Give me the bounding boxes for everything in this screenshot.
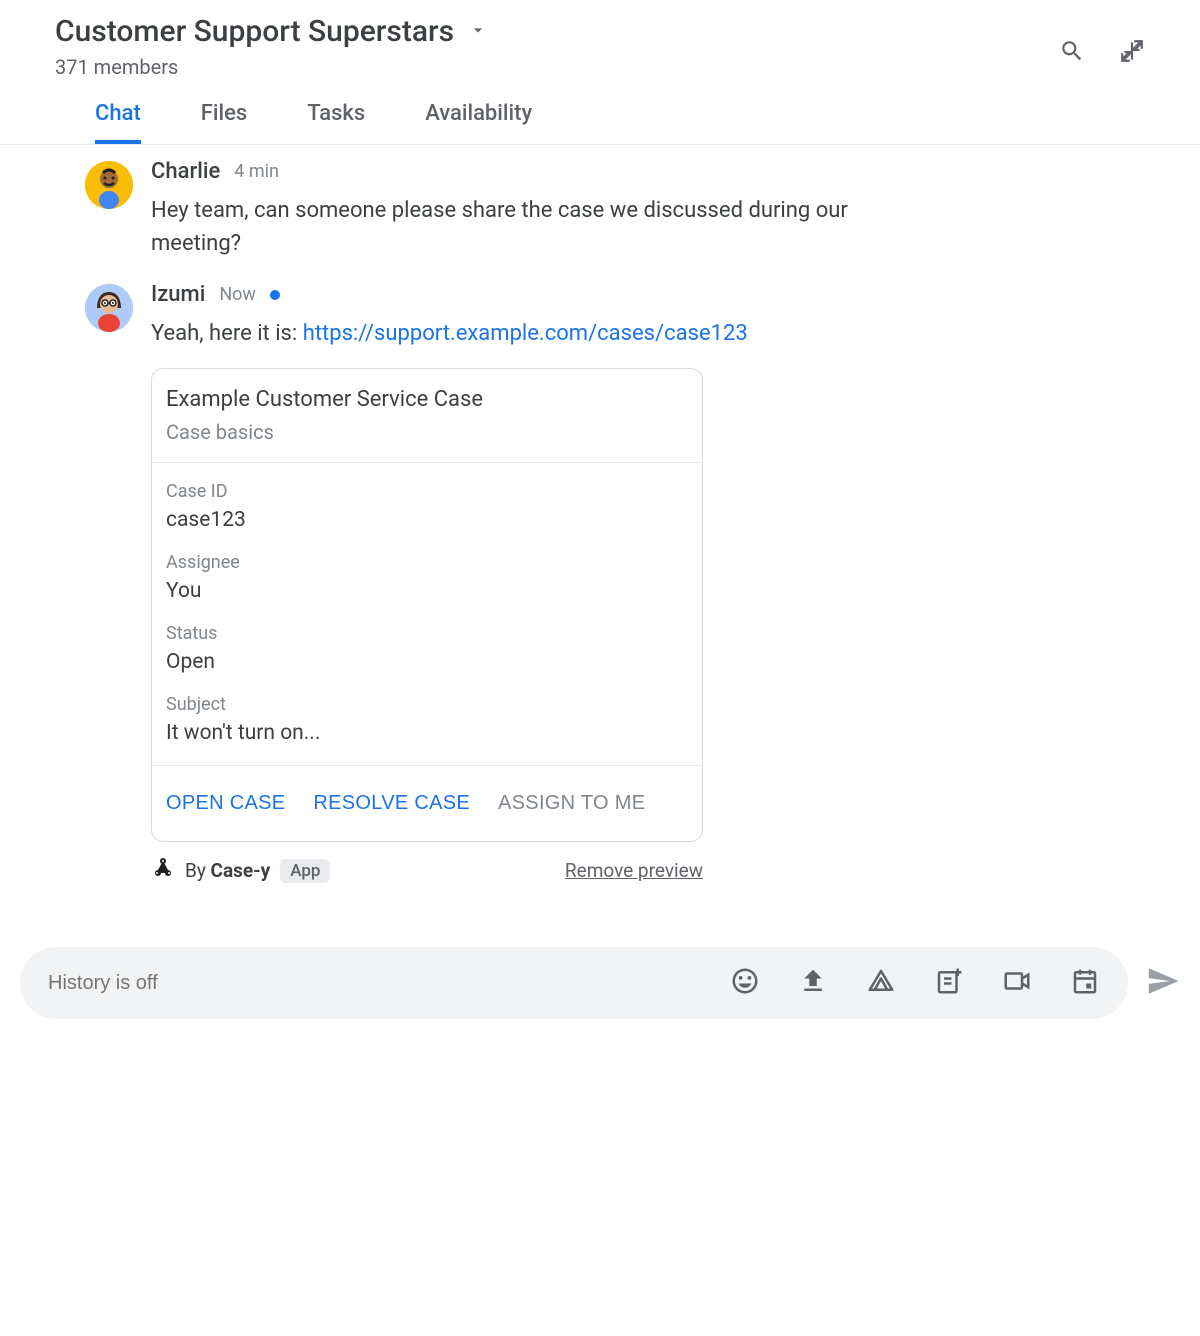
send-button[interactable] <box>1146 964 1180 1002</box>
field-label: Status <box>166 623 688 644</box>
message-author: Charlie <box>151 159 220 184</box>
dropdown-icon[interactable] <box>468 20 488 44</box>
message-author: Izumi <box>151 282 205 307</box>
avatar[interactable] <box>85 161 133 209</box>
new-indicator-icon <box>270 290 280 300</box>
avatar[interactable] <box>85 284 133 332</box>
room-title[interactable]: Customer Support Superstars <box>55 14 454 49</box>
field-value: You <box>166 579 688 603</box>
message-link[interactable]: https://support.example.com/cases/case12… <box>303 321 748 346</box>
resolve-case-button[interactable]: RESOLVE CASE <box>313 792 470 815</box>
card-footer: By Case-y App Remove preview <box>151 856 703 885</box>
tab-availability[interactable]: Availability <box>425 101 532 144</box>
by-app-name: Case-y <box>211 859 271 882</box>
message: Charlie 4 min Hey team, can someone plea… <box>85 159 1160 260</box>
collapse-icon[interactable] <box>1119 38 1145 68</box>
message-list: Charlie 4 min Hey team, can someone plea… <box>0 145 1200 927</box>
emoji-icon[interactable] <box>730 966 760 1000</box>
field-value: case123 <box>166 508 688 532</box>
app-badge: App <box>280 859 330 883</box>
field-value: Open <box>166 650 688 674</box>
composer[interactable] <box>20 947 1128 1019</box>
message-time: Now <box>219 284 256 305</box>
remove-preview-link[interactable]: Remove preview <box>565 859 703 882</box>
field-label: Subject <box>166 694 688 715</box>
field-label: Case ID <box>166 481 688 502</box>
tab-chat[interactable]: Chat <box>95 101 141 144</box>
field-value: It won't turn on... <box>166 721 688 745</box>
message-text-prefix: Yeah, here it is: <box>151 321 303 346</box>
assign-to-me-button[interactable]: ASSIGN TO ME <box>498 792 645 815</box>
search-icon[interactable] <box>1059 38 1085 68</box>
calendar-icon[interactable] <box>1070 966 1100 1000</box>
by-prefix: By <box>185 859 211 882</box>
webhook-icon <box>151 856 175 885</box>
link-preview-card: Example Customer Service Case Case basic… <box>151 368 703 842</box>
tabs: Chat Files Tasks Availability <box>0 79 1200 145</box>
card-subtitle: Case basics <box>166 420 688 444</box>
drive-icon[interactable] <box>866 966 896 1000</box>
message-input[interactable] <box>48 972 730 995</box>
member-count: 371 members <box>55 55 1059 79</box>
message-time: 4 min <box>234 161 279 182</box>
chat-header: Customer Support Superstars 371 members <box>0 0 1200 79</box>
composer-row <box>0 947 1200 1039</box>
card-title: Example Customer Service Case <box>166 387 688 412</box>
tab-tasks[interactable]: Tasks <box>307 101 365 144</box>
video-meet-icon[interactable] <box>1002 966 1032 1000</box>
upload-icon[interactable] <box>798 966 828 1000</box>
message-text: Yeah, here it is: https://support.exampl… <box>151 317 931 350</box>
tab-files[interactable]: Files <box>201 101 247 144</box>
message-text: Hey team, can someone please share the c… <box>151 194 931 260</box>
field-label: Assignee <box>166 552 688 573</box>
open-case-button[interactable]: OPEN CASE <box>166 792 285 815</box>
message: Izumi Now Yeah, here it is: https://supp… <box>85 282 1160 885</box>
create-doc-icon[interactable] <box>934 966 964 1000</box>
